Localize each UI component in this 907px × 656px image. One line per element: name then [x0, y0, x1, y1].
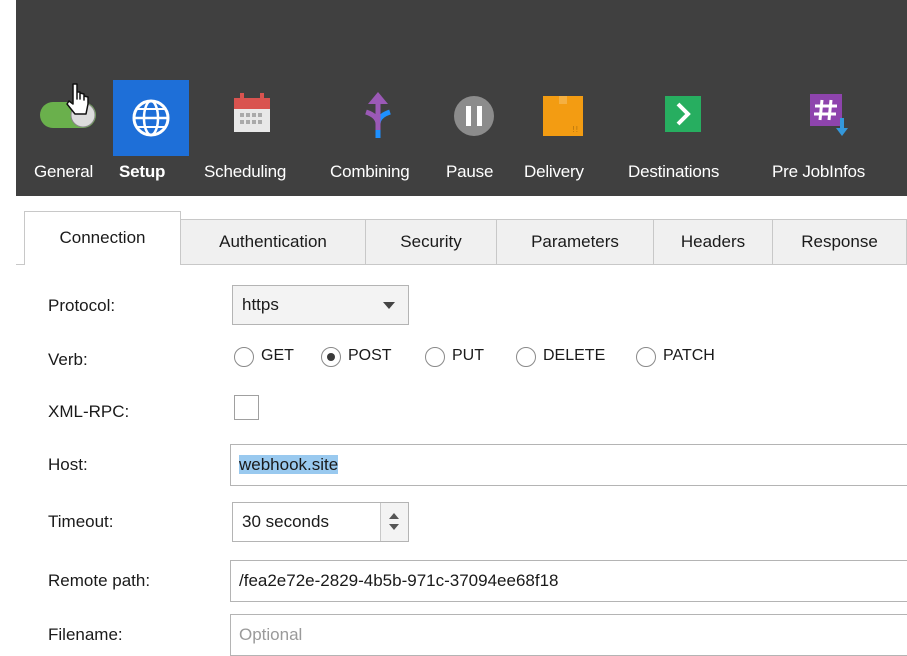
filename-label: Filename:	[48, 625, 123, 644]
protocol-label: Protocol:	[48, 296, 116, 315]
tab-parameters[interactable]: Parameters	[496, 219, 654, 264]
tool-setup-label: Setup	[119, 162, 166, 181]
spin-down-icon[interactable]	[389, 524, 399, 530]
remote-path-input[interactable]: /fea2e72e-2829-4b5b-971c-37094ee68f18	[230, 560, 907, 602]
hash-icon	[810, 94, 848, 136]
tool-pause[interactable]: Pause	[444, 80, 510, 196]
spin-up-icon[interactable]	[389, 513, 399, 519]
tool-destinations-label: Destinations	[628, 162, 720, 181]
tool-scheduling[interactable]: Scheduling	[200, 80, 310, 196]
verb-radio-delete[interactable]: DELETE	[516, 345, 616, 371]
radio-circle	[516, 347, 536, 367]
verb-option-label: PUT	[452, 347, 484, 364]
tool-general[interactable]: General	[32, 80, 112, 196]
tab-authentication[interactable]: Authentication	[180, 219, 366, 264]
timeout-value: 30 seconds	[242, 512, 329, 531]
verb-option-label: DELETE	[543, 347, 606, 364]
remote-path-label: Remote path:	[48, 571, 151, 590]
verb-label: Verb:	[48, 350, 88, 369]
tool-pause-label: Pause	[446, 162, 494, 181]
timeout-label: Timeout:	[48, 512, 114, 531]
tool-general-label: General	[34, 162, 94, 181]
verb-option-label: GET	[261, 347, 294, 364]
host-label: Host:	[48, 455, 88, 474]
radio-circle	[234, 347, 254, 367]
svg-text:!!: !!	[572, 125, 578, 134]
radio-circle	[425, 347, 445, 367]
spin-buttons	[380, 503, 408, 541]
radio-circle	[636, 347, 656, 367]
tab-connection[interactable]: Connection	[24, 211, 181, 265]
chevron-right-icon	[665, 96, 701, 132]
xmlrpc-checkbox[interactable]	[234, 395, 259, 420]
verb-radio-put[interactable]: PUT	[425, 345, 499, 371]
radio-circle	[321, 347, 341, 367]
package-icon: !!	[543, 96, 583, 136]
host-input[interactable]: webhook.site	[230, 444, 907, 486]
filename-placeholder: Optional	[239, 625, 303, 644]
tab-strip: Connection Authentication Security Param…	[16, 211, 907, 265]
protocol-select[interactable]: https	[232, 285, 409, 325]
tab-security[interactable]: Security	[365, 219, 497, 264]
xmlrpc-label: XML-RPC:	[48, 402, 130, 421]
tab-response[interactable]: Response	[772, 219, 907, 264]
globe-icon	[132, 99, 170, 137]
remote-path-value: /fea2e72e-2829-4b5b-971c-37094ee68f18	[239, 571, 559, 590]
pause-icon	[454, 96, 494, 136]
verb-radio-post[interactable]: POST	[321, 345, 401, 371]
timeout-spinner[interactable]: 30 seconds	[232, 502, 409, 542]
verb-radio-get[interactable]: GET	[234, 345, 308, 371]
radio-selected-dot	[327, 353, 335, 361]
calendar-icon	[234, 93, 270, 132]
tool-setup[interactable]: Setup	[113, 80, 189, 196]
tool-delivery-label: Delivery	[524, 162, 584, 181]
tool-destinations[interactable]: Destinations	[626, 80, 752, 196]
toggle-icon	[40, 83, 96, 128]
host-value: webhook.site	[239, 455, 339, 474]
tool-combining[interactable]: Combining	[328, 80, 428, 196]
tool-delivery[interactable]: !! Delivery	[522, 80, 612, 196]
tool-pre-jobinfos[interactable]: Pre JobInfos	[770, 80, 890, 196]
tab-headers[interactable]: Headers	[653, 219, 773, 264]
merge-arrow-icon	[365, 92, 391, 138]
tool-combining-label: Combining	[330, 162, 410, 181]
protocol-value: https	[242, 295, 279, 314]
tool-scheduling-label: Scheduling	[204, 162, 287, 181]
verb-option-label: PATCH	[663, 347, 715, 364]
tool-pre-jobinfos-label: Pre JobInfos	[772, 162, 866, 181]
verb-radio-patch[interactable]: PATCH	[636, 345, 736, 371]
chevron-down-icon	[383, 302, 395, 309]
verb-option-label: POST	[348, 347, 392, 364]
